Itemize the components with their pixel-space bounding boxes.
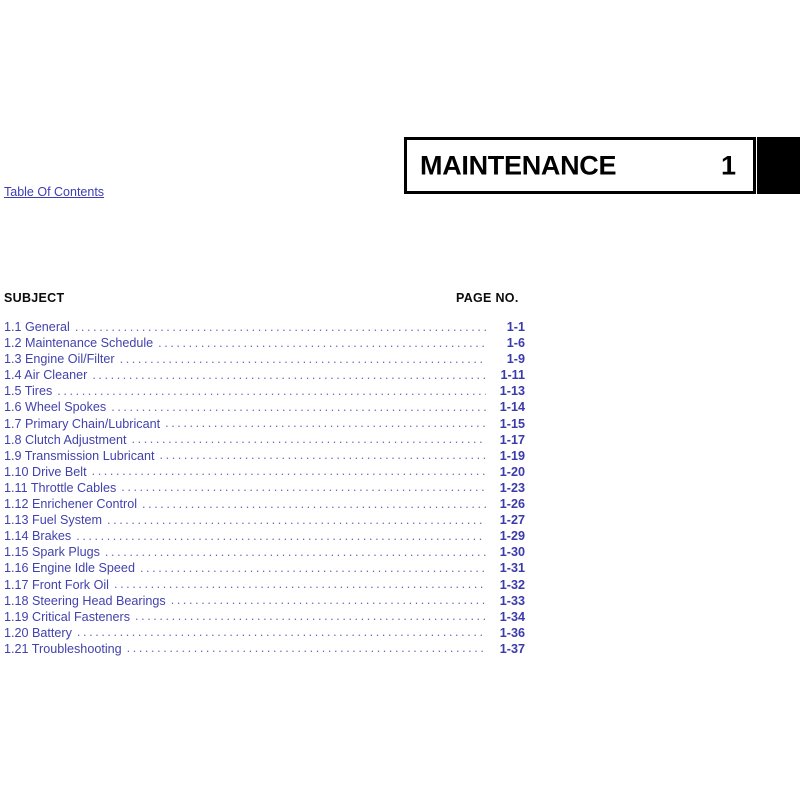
chapter-header-box: MAINTENANCE 1 [404, 137, 756, 194]
toc-entry-label: 1.4 Air Cleaner [4, 368, 88, 383]
toc-entry-label: 1.14 Brakes [4, 529, 72, 544]
toc-dot-leader: ........................................… [139, 560, 486, 575]
toc-entry[interactable]: 1.13 Fuel System........................… [0, 513, 525, 529]
toc-entry[interactable]: 1.16 Engine Idle Speed..................… [0, 561, 525, 577]
toc-dot-leader: ........................................… [142, 496, 486, 511]
toc-entry-label: 1.1 General [4, 320, 70, 334]
toc-entry-page-number: 1-1 [506, 320, 525, 334]
toc-entry-page-number: 1-23 [499, 480, 525, 495]
toc-entry[interactable]: 1.17 Front Fork Oil.....................… [0, 577, 525, 594]
toc-entry[interactable]: 1.6 Wheel Spokes........................… [0, 400, 525, 416]
toc-entry[interactable]: 1.4 Air Cleaner.........................… [0, 368, 525, 384]
toc-dot-leader: ........................................… [113, 577, 486, 591]
toc-entry-label: 1.17 Front Fork Oil [4, 577, 109, 592]
subject-column-heading: SUBJECT [4, 291, 65, 305]
toc-entry-page-number: 1-20 [499, 464, 525, 479]
toc-entry-page-number: 1-33 [499, 593, 525, 608]
toc-dot-leader: ........................................… [111, 399, 486, 414]
toc-entry-label: 1.19 Critical Fasteners [4, 609, 130, 624]
toc-entry-page-number: 1-14 [499, 400, 525, 415]
toc-entry-page-number: 1-34 [499, 609, 525, 624]
toc-dot-leader: ........................................… [165, 416, 486, 431]
toc-entry[interactable]: 1.19 Critical Fasteners.................… [0, 609, 525, 626]
toc-entry[interactable]: 1.15 Spark Plugs........................… [0, 545, 525, 561]
toc-dot-leader: ........................................… [57, 383, 486, 398]
toc-entry-label: 1.5 Tires [4, 384, 53, 399]
chapter-header: MAINTENANCE 1 [404, 137, 800, 194]
toc-entry[interactable]: 1.2 Maintenance Schedule................… [0, 336, 525, 352]
toc-entry-page-number: 1-13 [499, 384, 525, 399]
toc-entry-label: 1.8 Clutch Adjustment [4, 432, 127, 447]
column-headings: SUBJECT PAGE NO. [0, 291, 540, 307]
toc-entry-page-number: 1-36 [499, 625, 525, 640]
toc-dot-leader: ........................................… [74, 319, 486, 334]
toc-dot-leader: ........................................… [76, 528, 486, 543]
toc-entry-label: 1.21 Troubleshooting [4, 641, 122, 656]
toc-entry[interactable]: 1.1 General.............................… [0, 320, 525, 336]
toc-entry[interactable]: 1.9 Transmission Lubricant..............… [0, 448, 525, 465]
toc-entry[interactable]: 1.21 Troubleshooting....................… [0, 641, 525, 658]
toc-entry-page-number: 1-11 [500, 368, 525, 383]
toc-entry-label: 1.12 Enrichener Control [4, 497, 138, 512]
toc-entry-page-number: 1-15 [499, 416, 525, 431]
toc-dot-leader: ........................................… [76, 625, 486, 640]
toc-entry-label: 1.3 Engine Oil/Filter [4, 352, 115, 367]
toc-entry-page-number: 1-32 [499, 577, 525, 592]
toc-dot-leader: ........................................… [91, 464, 486, 479]
toc-entry-page-number: 1-30 [499, 545, 525, 560]
toc-entry-label: 1.10 Drive Belt [4, 464, 87, 479]
toc-dot-leader: ........................................… [159, 448, 487, 463]
toc-entry-label: 1.20 Battery [4, 625, 72, 640]
toc-entry[interactable]: 1.10 Drive Belt.........................… [0, 464, 525, 481]
toc-entry-page-number: 1-31 [499, 561, 525, 576]
toc-entry-page-number: 1-6 [506, 336, 525, 351]
toc-entry-page-number: 1-29 [499, 529, 525, 544]
page-title: MAINTENANCE [420, 150, 617, 180]
chapter-tab-marker [757, 137, 800, 194]
toc-entry-label: 1.15 Spark Plugs [4, 545, 100, 560]
toc-dot-leader: ........................................… [107, 512, 486, 527]
toc-entry[interactable]: 1.12 Enrichener Control.................… [0, 497, 525, 513]
toc-entry[interactable]: 1.11 Throttle Cables....................… [0, 480, 525, 497]
toc-entry-page-number: 1-27 [499, 513, 525, 528]
toc-dot-leader: ........................................… [104, 544, 486, 559]
toc-dot-leader: ........................................… [126, 641, 486, 656]
toc-dot-leader: ........................................… [170, 593, 486, 608]
toc-entry-label: 1.18 Steering Head Bearings [4, 593, 166, 608]
toc-entry-page-number: 1-9 [506, 352, 525, 367]
toc-entry[interactable]: 1.18 Steering Head Bearings.............… [0, 593, 525, 610]
toc-dot-leader: ........................................… [135, 609, 486, 624]
toc-dot-leader: ........................................… [121, 480, 486, 495]
toc-entry[interactable]: 1.8 Clutch Adjustment...................… [0, 432, 525, 449]
toc-entry[interactable]: 1.7 Primary Chain/Lubricant.............… [0, 416, 525, 433]
toc-entry[interactable]: 1.3 Engine Oil/Filter...................… [0, 352, 525, 368]
toc-entry-label: 1.2 Maintenance Schedule [4, 336, 154, 351]
toc-dot-leader: ........................................… [158, 335, 486, 350]
toc-entry[interactable]: 1.14 Brakes.............................… [0, 529, 525, 545]
toc-entry-label: 1.9 Transmission Lubricant [4, 448, 155, 463]
toc-entry-label: 1.7 Primary Chain/Lubricant [4, 416, 161, 431]
toc-dot-leader: ........................................… [92, 367, 486, 382]
table-of-contents-list: 1.1 General.............................… [0, 320, 525, 658]
page-number-column-heading: PAGE NO. [456, 291, 519, 305]
toc-dot-leader: ........................................… [131, 432, 486, 447]
toc-entry[interactable]: 1.20 Battery............................… [0, 625, 525, 642]
toc-entry-page-number: 1-19 [499, 448, 525, 463]
toc-entry[interactable]: 1.5 Tires...............................… [0, 384, 525, 400]
toc-entry-label: 1.13 Fuel System [4, 513, 102, 528]
toc-entry-page-number: 1-37 [499, 641, 525, 656]
chapter-number: 1 [720, 150, 736, 180]
toc-entry-page-number: 1-17 [499, 432, 525, 447]
toc-entry-label: 1.16 Engine Idle Speed [4, 561, 135, 576]
toc-dot-leader: ........................................… [119, 351, 486, 366]
table-of-contents-link[interactable]: Table Of Contents [4, 185, 104, 200]
toc-entry-label: 1.6 Wheel Spokes [4, 400, 107, 415]
toc-entry-label: 1.11 Throttle Cables [4, 480, 117, 495]
toc-entry-page-number: 1-26 [499, 497, 525, 512]
